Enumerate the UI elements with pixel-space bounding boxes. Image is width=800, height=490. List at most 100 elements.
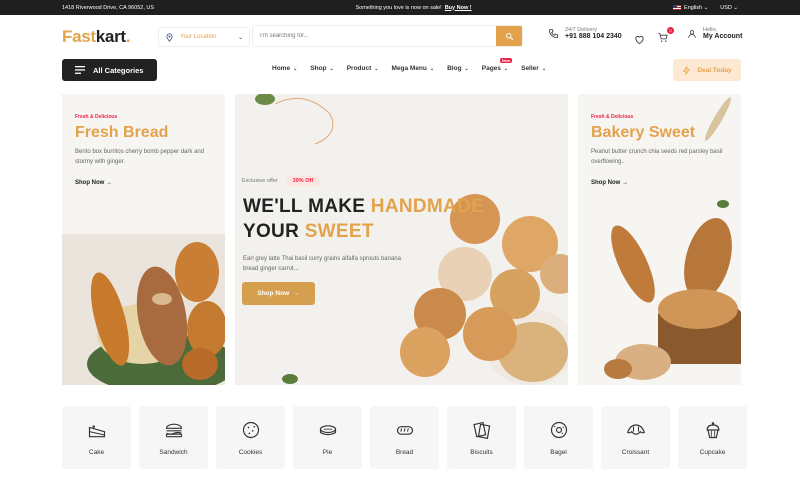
currency-selector[interactable]: USD ⌄ bbox=[720, 5, 738, 11]
shop-now-link[interactable]: Shop Now → bbox=[591, 180, 736, 186]
chevron-down-icon: ⌄ bbox=[374, 65, 379, 72]
headline-line2-accent: SWEET bbox=[304, 221, 374, 242]
logo-part-1: Fast bbox=[62, 27, 96, 46]
cake-icon bbox=[88, 424, 105, 437]
chevron-down-icon: ⌄ bbox=[464, 65, 469, 72]
shop-now-label: Shop Now bbox=[591, 180, 621, 186]
nav-item-shop[interactable]: Shop ⌄ bbox=[310, 65, 333, 72]
shop-now-label: Shop Now bbox=[257, 290, 290, 297]
search-button[interactable] bbox=[496, 26, 522, 46]
all-categories-label: All Categories bbox=[93, 65, 144, 75]
bagel-icon bbox=[550, 421, 567, 438]
lightning-icon bbox=[683, 65, 691, 75]
language-selector[interactable]: English ⌄ bbox=[673, 5, 708, 11]
delivery-phone: +91 888 104 2340 bbox=[565, 33, 622, 40]
deal-today-label: Deal Today bbox=[697, 66, 732, 74]
chevron-down-icon: ⌄ bbox=[429, 65, 435, 72]
banner-fresh-bread[interactable]: Fresh & Delicious Fresh Bread Bento box … bbox=[62, 94, 225, 385]
nav-item-blog[interactable]: Blog ⌄ bbox=[447, 65, 469, 72]
category-label: Cookies bbox=[238, 448, 263, 456]
logo-dot: . bbox=[125, 27, 131, 46]
category-sandwich[interactable]: Sandwich bbox=[139, 406, 208, 469]
headline-line1-text: WE'LL MAKE bbox=[243, 196, 371, 217]
arrow-right-icon: → bbox=[293, 290, 300, 297]
banner-description: Earl grey latte Thai basil curry grains … bbox=[243, 256, 401, 272]
nav-menu: Home ⌄ Shop ⌄ Product ⌄ Mega Menu ⌄ Blog ⌄ Pa… bbox=[272, 58, 546, 72]
heart-icon[interactable] bbox=[634, 34, 645, 45]
arrow-right-icon: → bbox=[106, 180, 113, 186]
banner-title: Bakery Sweet bbox=[591, 124, 696, 141]
shop-now-label: Shop Now bbox=[75, 180, 105, 186]
deal-today-button[interactable]: Deal Today bbox=[673, 59, 741, 81]
croissant-icon bbox=[626, 423, 645, 435]
logo-part-2: kart bbox=[95, 27, 126, 46]
category-label: Biscuits bbox=[470, 448, 493, 456]
header-icons: 0 bbox=[634, 27, 674, 48]
cupcake-icon bbox=[706, 421, 719, 438]
banner-headline: WE'LL MAKE HANDMADE YOUR SWEET bbox=[243, 194, 484, 244]
sandwich-icon bbox=[165, 423, 182, 437]
language-label: English bbox=[684, 4, 703, 11]
category-label: Croissant bbox=[621, 448, 650, 456]
category-cupcake[interactable]: Cupcake bbox=[678, 406, 747, 469]
cart-count-badge: 0 bbox=[667, 27, 674, 34]
buy-now-link[interactable]: Buy Now ! bbox=[445, 5, 472, 11]
main-nav: All Categories Home ⌄ Shop ⌄ Product ⌄ Mega… bbox=[0, 58, 800, 89]
banner-description: Bento box burritos cherry bomb pepper da… bbox=[75, 149, 205, 165]
category-label: Cake bbox=[88, 448, 105, 456]
chevron-down-icon: ⌄ bbox=[733, 4, 738, 11]
search-input[interactable] bbox=[253, 33, 496, 39]
search-icon bbox=[505, 32, 513, 40]
headline-line1-accent: HANDMADE bbox=[370, 196, 485, 217]
banner-handmade-sweet[interactable]: Exclusive offer 30% Off WE'LL MAKE HANDM… bbox=[235, 94, 568, 385]
banner-title: Fresh Bread bbox=[75, 124, 169, 141]
chevron-down-icon: ⌄ bbox=[237, 34, 243, 41]
banner-tag: Fresh & Delicious bbox=[75, 114, 118, 120]
nav-item-home[interactable]: Home ⌄ bbox=[272, 65, 297, 72]
nav-item-label: Home bbox=[272, 65, 291, 72]
logo[interactable]: Fastkart. bbox=[62, 27, 131, 47]
category-biscuits[interactable]: Biscuits bbox=[447, 406, 516, 469]
cookie-icon bbox=[242, 421, 259, 438]
category-pie[interactable]: Pie bbox=[293, 406, 362, 469]
location-selector[interactable]: Your Location ⌄ bbox=[158, 27, 250, 47]
category-cake[interactable]: Cake bbox=[62, 406, 131, 469]
banner-bakery-sweet[interactable]: Fresh & Delicious Bakery Sweet Peanut bu… bbox=[578, 94, 741, 385]
headline-line2-text: YOUR bbox=[243, 221, 305, 242]
shop-now-link[interactable]: Shop Now → bbox=[75, 180, 220, 186]
category-cookies[interactable]: Cookies bbox=[216, 406, 285, 469]
new-badge: New bbox=[499, 58, 513, 63]
category-bagel[interactable]: Bagel bbox=[524, 406, 593, 469]
location-label: Your Location bbox=[180, 34, 217, 40]
banner-tag: Fresh & Delicious bbox=[591, 114, 634, 120]
delivery-info: 24/7 Delivery +91 888 104 2340 bbox=[548, 27, 622, 40]
nav-item-seller[interactable]: Seller ⌄ bbox=[521, 65, 546, 72]
shop-now-button[interactable]: Shop Now → bbox=[242, 282, 315, 305]
nav-item-label: Mega Menu bbox=[391, 65, 427, 72]
offer-row: Exclusive offer 30% Off bbox=[242, 176, 321, 186]
nav-item-mega-menu[interactable]: Mega Menu ⌄ bbox=[391, 65, 434, 72]
bread-icon bbox=[396, 425, 413, 435]
nav-item-pages[interactable]: Pages ⌄ New bbox=[482, 58, 513, 72]
nav-item-label: Seller bbox=[521, 65, 539, 72]
category-bread[interactable]: Bread bbox=[370, 406, 439, 469]
cart-icon bbox=[658, 32, 668, 42]
category-croissant[interactable]: Croissant bbox=[601, 406, 670, 469]
account-label: My Account bbox=[703, 33, 743, 40]
nav-item-product[interactable]: Product ⌄ bbox=[347, 65, 379, 72]
category-label: Bread bbox=[395, 448, 414, 456]
category-label: Pie bbox=[322, 448, 333, 456]
chevron-down-icon: ⌄ bbox=[541, 65, 547, 72]
cart-button[interactable]: 0 bbox=[657, 27, 674, 48]
account-menu[interactable]: Hello, My Account bbox=[687, 27, 742, 40]
location-pin-icon bbox=[166, 32, 173, 42]
category-label: Sandwich bbox=[159, 448, 188, 456]
all-categories-button[interactable]: All Categories bbox=[62, 59, 157, 81]
chevron-down-icon: ⌄ bbox=[703, 4, 709, 11]
biscuits-icon bbox=[472, 421, 490, 439]
search-bar bbox=[252, 25, 523, 47]
currency-label: USD bbox=[720, 4, 732, 11]
hamburger-icon bbox=[75, 66, 85, 74]
nav-item-label: Shop bbox=[310, 65, 327, 72]
category-label: Bagel bbox=[550, 448, 567, 456]
